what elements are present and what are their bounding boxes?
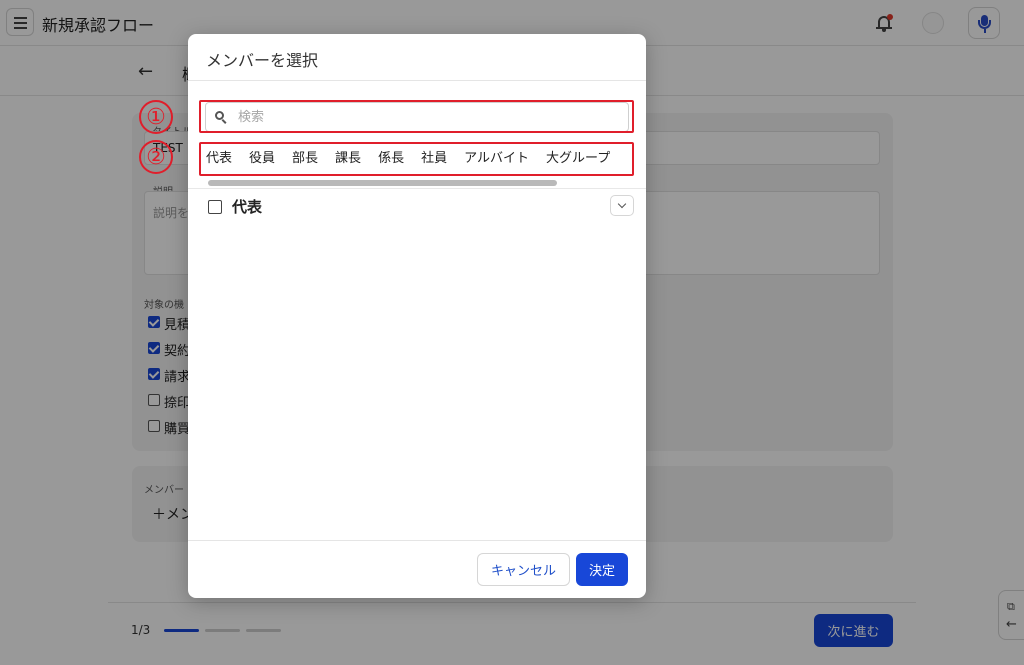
- search-input[interactable]: [238, 107, 618, 128]
- dialog-title: メンバーを選択: [206, 51, 319, 70]
- annotation-marker-1: ①: [139, 100, 173, 134]
- chevron-down-icon: [617, 199, 627, 209]
- dialog-header-divider: [188, 80, 646, 81]
- tab-shain[interactable]: 社員: [421, 149, 447, 171]
- group-label: 代表: [232, 198, 263, 216]
- confirm-button[interactable]: 決定: [576, 553, 628, 586]
- app-root: 新規承認フロー ← 概 タイトル TEST 説明 説明を 対象の機 見積 契約 …: [0, 0, 1024, 665]
- tabs-scrollbar[interactable]: [208, 180, 557, 186]
- expand-group-button[interactable]: [610, 195, 634, 216]
- tab-bucho[interactable]: 部長: [292, 149, 318, 171]
- tab-arubaito[interactable]: アルバイト: [464, 149, 529, 171]
- tabs-divider: [188, 188, 646, 189]
- group-tabs: 代表 役員 部長 課長 係長 社員 アルバイト 大グループ: [206, 149, 610, 171]
- cancel-button[interactable]: キャンセル: [477, 553, 570, 586]
- tab-kacho[interactable]: 課長: [335, 149, 361, 171]
- tab-yakuin[interactable]: 役員: [249, 149, 275, 171]
- search-icon: [215, 111, 227, 124]
- tab-kakaricho[interactable]: 係長: [378, 149, 404, 171]
- tab-daihyo[interactable]: 代表: [206, 149, 232, 171]
- tab-dai-group[interactable]: 大グループ: [546, 149, 610, 171]
- search-box[interactable]: [205, 102, 629, 132]
- annotation-marker-2: ②: [139, 140, 173, 174]
- dialog-footer-divider: [188, 540, 646, 541]
- group-checkbox[interactable]: [208, 200, 222, 214]
- member-select-dialog: メンバーを選択 代表 役員 部長 課長 係長 社員 アルバイト 大グループ 代表: [188, 34, 646, 598]
